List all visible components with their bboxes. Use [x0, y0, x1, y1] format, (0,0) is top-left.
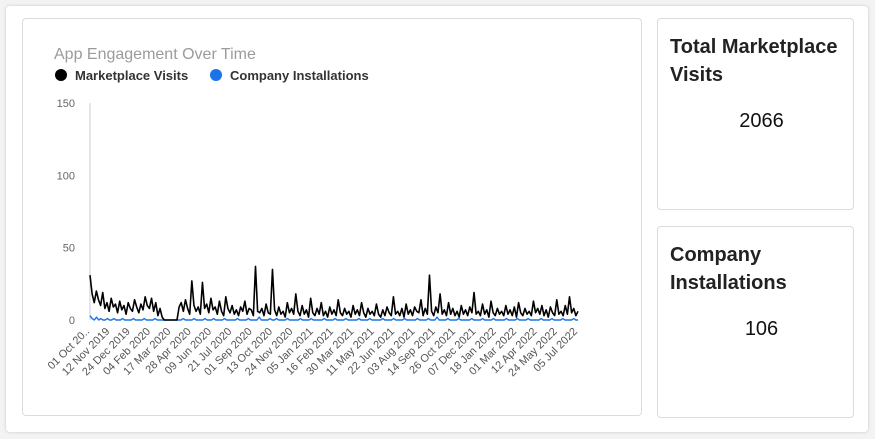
legend-label-installs: Company Installations [230, 68, 369, 83]
total-visits-title: Total Marketplace Visits [670, 36, 838, 86]
chart-title: App Engagement Over Time [54, 46, 256, 63]
legend-item-visits[interactable]: Marketplace Visits [55, 68, 188, 83]
x-axis: 01 Oct 20..12 Nov 201924 Dec 201904 Feb … [46, 326, 581, 379]
legend-marker-installs [210, 69, 222, 81]
legend-item-installs[interactable]: Company Installations [210, 68, 369, 83]
company-installations-value: 106 [744, 318, 779, 340]
y-tick-label: 0 [69, 315, 75, 327]
y-tick-label: 150 [57, 98, 75, 110]
series-layer [89, 265, 579, 321]
total-visits-value: 2066 [739, 110, 784, 132]
company-installations-title: Company Installations [670, 244, 787, 294]
y-axis: 0 50 100 150 [57, 98, 91, 327]
legend-marker-visits [55, 69, 67, 81]
series-line-marketplace-visits [89, 265, 579, 321]
y-tick-label: 50 [63, 243, 75, 255]
y-tick-label: 100 [57, 170, 75, 182]
company-installations-card: Company Installations 106 [657, 226, 854, 418]
total-visits-card: Total Marketplace Visits 2066 [657, 18, 854, 210]
legend-label-visits: Marketplace Visits [75, 68, 188, 83]
